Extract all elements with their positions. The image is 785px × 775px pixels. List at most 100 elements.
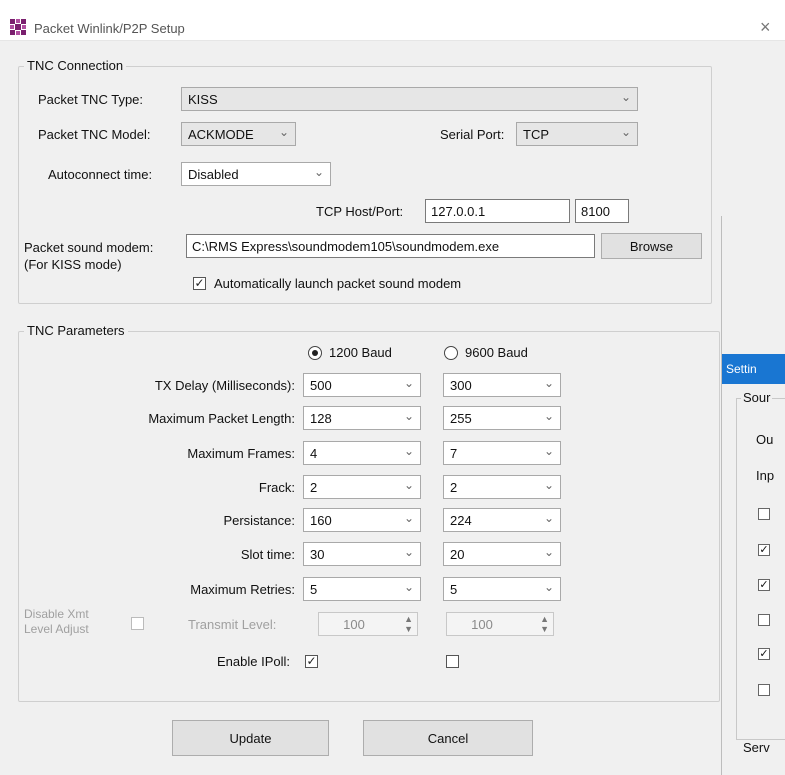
param-9600-select[interactable]: 224 ⌄ xyxy=(443,508,561,532)
param-label: Maximum Retries: xyxy=(190,582,295,597)
param-label: Persistance: xyxy=(223,513,295,528)
chevron-down-icon: ⌄ xyxy=(543,376,554,390)
settings-title-bar[interactable]: Settin xyxy=(722,354,785,384)
param-1200-value: 128 xyxy=(310,411,332,426)
param-9600-select[interactable]: 255 ⌄ xyxy=(443,406,561,430)
settings-checkbox[interactable] xyxy=(758,614,770,626)
spinner-arrows-icon[interactable]: ▲ ▼ xyxy=(540,614,549,634)
param-label: Frack: xyxy=(258,480,295,495)
transmit-level-1200-value: 100 xyxy=(343,617,365,632)
settings-group-legend: Sour xyxy=(741,390,773,405)
param-1200-value: 500 xyxy=(310,378,332,393)
settings-group2-legend: Serv xyxy=(741,740,772,755)
settings-checkbox[interactable] xyxy=(758,508,770,520)
param-1200-value: 2 xyxy=(310,480,318,495)
settings-input-label: Inp xyxy=(756,468,775,483)
settings-title: Settin xyxy=(726,362,757,376)
baud-1200-label: 1200 Baud xyxy=(329,345,392,360)
autolaunch-checkbox[interactable]: ✓ xyxy=(193,277,206,290)
ipoll-9600-checkbox[interactable] xyxy=(446,655,459,668)
title-bar: Packet Winlink/P2P Setup × xyxy=(0,0,785,41)
autolaunch-label: Automatically launch packet sound modem xyxy=(214,276,462,291)
autoconnect-select[interactable]: Disabled ⌄ xyxy=(181,162,331,186)
tcp-host-label: TCP Host/Port: xyxy=(316,204,404,219)
cancel-label: Cancel xyxy=(427,731,469,746)
param-9600-select[interactable]: 20 ⌄ xyxy=(443,542,561,566)
baud-1200-radio[interactable] xyxy=(308,346,322,360)
ipoll-1200-checkbox[interactable]: ✓ xyxy=(305,655,318,668)
baud-9600-label: 9600 Baud xyxy=(465,345,528,360)
param-1200-value: 5 xyxy=(310,582,318,597)
param-9600-value: 7 xyxy=(450,446,458,461)
chevron-down-icon: ⌄ xyxy=(313,165,324,179)
chevron-down-icon: ⌄ xyxy=(543,580,554,594)
chevron-down-icon: ⌄ xyxy=(278,125,289,139)
param-1200-select[interactable]: 5 ⌄ xyxy=(303,577,421,601)
serial-port-select[interactable]: TCP ⌄ xyxy=(516,122,638,146)
close-icon[interactable]: × xyxy=(760,17,771,38)
chevron-down-icon: ⌄ xyxy=(403,409,414,423)
tnc-type-select[interactable]: KISS ⌄ xyxy=(181,87,638,111)
param-9600-select[interactable]: 7 ⌄ xyxy=(443,441,561,465)
settings-output-label: Ou xyxy=(756,432,774,447)
sound-modem-sublabel: (For KISS mode) xyxy=(24,257,122,272)
tnc-model-select[interactable]: ACKMODE ⌄ xyxy=(181,122,296,146)
update-button[interactable]: Update xyxy=(172,720,329,756)
baud-9600-radio[interactable] xyxy=(444,346,458,360)
ipoll-label: Enable IPoll: xyxy=(217,654,290,669)
settings-checkbox[interactable] xyxy=(758,684,770,696)
browse-button[interactable]: Browse xyxy=(601,233,702,259)
tcp-host-input[interactable]: 127.0.0.1 xyxy=(425,199,570,223)
sound-modem-path-input[interactable]: C:\RMS Express\soundmodem105\soundmodem.… xyxy=(186,234,595,258)
chevron-down-icon: ⌄ xyxy=(543,409,554,423)
tnc-model-value: ACKMODE xyxy=(188,127,254,142)
chevron-down-icon: ⌄ xyxy=(543,511,554,525)
cancel-button[interactable]: Cancel xyxy=(363,720,533,756)
chevron-down-icon: ⌄ xyxy=(620,90,631,104)
param-1200-select[interactable]: 160 ⌄ xyxy=(303,508,421,532)
tcp-port-value: 8100 xyxy=(581,204,610,219)
tnc-connection-legend: TNC Connection xyxy=(24,58,127,73)
transmit-level-9600-stepper[interactable]: 100 ▲ ▼ xyxy=(446,612,554,636)
serial-port-label: Serial Port: xyxy=(440,127,505,142)
tcp-port-input[interactable]: 8100 xyxy=(575,199,629,223)
winlink-setup-dialog: Packet Winlink/P2P Setup × TNC Connectio… xyxy=(0,0,785,775)
settings-checkbox[interactable]: ✓ xyxy=(758,648,770,660)
param-label: Maximum Frames: xyxy=(187,446,295,461)
serial-port-value: TCP xyxy=(523,127,549,142)
param-label: TX Delay (Milliseconds): xyxy=(154,378,295,393)
tnc-type-label: Packet TNC Type: xyxy=(38,92,144,107)
tcp-host-value: 127.0.0.1 xyxy=(431,204,486,219)
tnc-parameters-legend: TNC Parameters xyxy=(24,323,128,338)
chevron-down-icon: ⌄ xyxy=(543,545,554,559)
spinner-arrows-icon[interactable]: ▲ ▼ xyxy=(404,614,413,634)
param-9600-select[interactable]: 300 ⌄ xyxy=(443,373,561,397)
param-1200-select[interactable]: 500 ⌄ xyxy=(303,373,421,397)
tnc-type-value: KISS xyxy=(188,92,218,107)
sound-modem-label: Packet sound modem: xyxy=(24,240,154,255)
param-1200-select[interactable]: 4 ⌄ xyxy=(303,441,421,465)
disable-xmit-checkbox[interactable] xyxy=(131,617,144,630)
param-1200-value: 4 xyxy=(310,446,318,461)
param-9600-select[interactable]: 5 ⌄ xyxy=(443,577,561,601)
chevron-down-icon: ⌄ xyxy=(543,478,554,492)
chevron-down-icon: ⌄ xyxy=(403,478,414,492)
chevron-down-icon: ⌄ xyxy=(403,511,414,525)
browse-label: Browse xyxy=(629,239,674,254)
param-9600-select[interactable]: 2 ⌄ xyxy=(443,475,561,499)
param-9600-value: 20 xyxy=(450,547,465,562)
settings-checkbox[interactable]: ✓ xyxy=(758,544,770,556)
param-1200-select[interactable]: 2 ⌄ xyxy=(303,475,421,499)
chevron-down-icon: ⌄ xyxy=(403,580,414,594)
disable-xmit-label-line2: Level Adjust xyxy=(24,622,89,636)
transmit-level-1200-stepper[interactable]: 100 ▲ ▼ xyxy=(318,612,418,636)
settings-checkbox[interactable]: ✓ xyxy=(758,579,770,591)
disable-xmit-label-line1: Disable Xmt xyxy=(24,607,89,621)
winlink-logo-icon xyxy=(10,19,26,35)
param-1200-select[interactable]: 128 ⌄ xyxy=(303,406,421,430)
transmit-level-9600-value: 100 xyxy=(471,617,493,632)
autoconnect-value: Disabled xyxy=(188,167,239,182)
param-1200-select[interactable]: 30 ⌄ xyxy=(303,542,421,566)
update-label: Update xyxy=(229,731,272,746)
param-1200-value: 30 xyxy=(310,547,325,562)
